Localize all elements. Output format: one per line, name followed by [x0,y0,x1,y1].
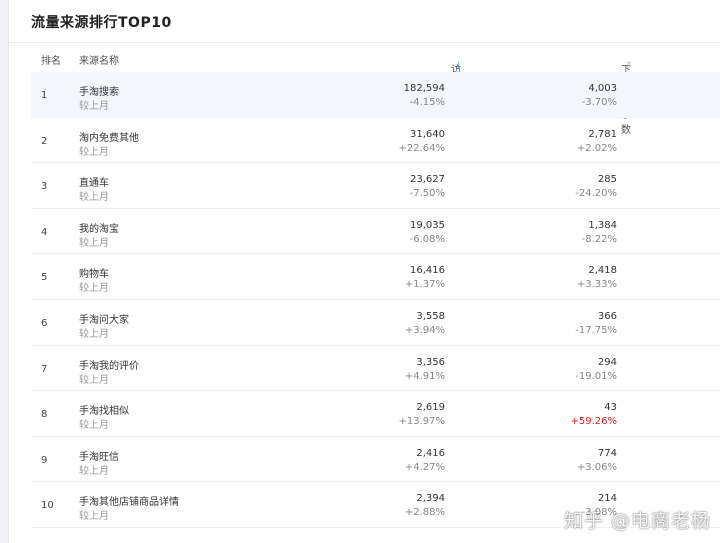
row-visitors: 2,416 [416,447,445,459]
row-source-name: 购物车 [79,269,109,281]
row-visitors-change: -6.08% [409,233,445,245]
row-source-name: 直通车 [79,178,109,190]
watermark: 知乎 @电商老杨 [563,510,711,532]
row-compare-label: 较上月 [79,420,109,432]
table-row[interactable]: 4 我的淘宝 较上月 19,035 -6.08% 1,384 -8.22% [31,209,720,255]
row-rank: 2 [41,135,48,147]
sort-updown-icon[interactable]: ⇕ [625,61,633,71]
row-buyers: 4,003 [588,83,617,94]
row-visitors-change: +4.91% [404,370,445,382]
row-rank: 3 [41,181,48,193]
row-source-name: 手淘旺信 [79,451,119,463]
row-rank: 9 [41,454,48,466]
row-buyers-change: -8.22% [581,233,617,245]
traffic-source-panel: 流量来源排行TOP10 排名 来源名称 访客数↓ 下单买家数⇕ 1 手淘搜索 较… [8,0,720,543]
row-source-name: 手淘问大家 [79,314,129,326]
row-buyers-change: +2.02% [576,142,617,154]
row-source-name: 淘内免费其他 [79,132,139,144]
row-source-name: 手淘搜索 [79,87,119,98]
row-visitors: 182,594 [403,83,445,94]
row-buyers: 214 [597,493,617,505]
row-buyers: 294 [597,356,617,368]
row-buyers: 2,418 [588,265,617,277]
row-rank: 1 [41,90,48,101]
row-visitors-change: +13.97% [398,416,445,428]
row-visitors-change: -7.50% [409,188,445,200]
row-rank: 5 [41,272,48,284]
row-visitors: 16,416 [410,265,445,277]
table-row[interactable]: 1 手淘搜索 较上月 182,594 -4.15% 4,003 -3.70% [31,72,720,118]
panel-title: 流量来源排行TOP10 [31,15,172,31]
row-visitors-change: +2.88% [404,507,445,519]
row-buyers-change: -19.01% [575,370,617,382]
row-rank: 8 [41,409,48,421]
row-visitors: 2,394 [416,493,445,505]
row-visitors: 19,035 [410,219,445,231]
row-buyers-change: +3.33% [576,279,617,291]
row-buyers: 774 [597,447,617,459]
row-rank: 6 [41,317,48,329]
row-visitors-change: +22.64% [398,142,445,154]
table-body: 1 手淘搜索 较上月 182,594 -4.15% 4,003 -3.70% 2… [31,72,720,528]
row-buyers: 2,781 [588,128,617,140]
table-row[interactable]: 3 直通车 较上月 23,627 -7.50% 285 -24.20% [31,163,720,209]
header-name: 来源名称 [79,56,119,67]
row-source-name: 手淘我的评价 [79,360,139,372]
row-buyers: 1,384 [588,219,617,231]
row-rank: 4 [41,226,48,238]
row-compare-label: 较上月 [79,146,109,158]
table-row[interactable]: 9 手淘旺信 较上月 2,416 +4.27% 774 +3.06% [31,437,720,483]
row-visitors-change: +4.27% [404,461,445,473]
row-visitors: 3,558 [416,310,445,322]
row-buyers: 285 [597,174,617,186]
sort-down-icon[interactable]: ↓ [455,61,463,71]
row-visitors-change: +1.37% [404,279,445,291]
row-buyers-change: -3.70% [581,97,617,108]
row-buyers-change: +3.06% [576,461,617,473]
row-buyers: 43 [604,402,617,414]
row-buyers-change: +59.26% [570,416,617,428]
row-buyers-change: -17.75% [575,324,617,336]
row-visitors: 3,356 [416,356,445,368]
row-source-name: 手淘找相似 [79,406,129,418]
row-buyers: 366 [597,310,617,322]
table-row[interactable]: 2 淘内免费其他 较上月 31,640 +22.64% 2,781 +2.02% [31,118,720,164]
table-row[interactable]: 8 手淘找相似 较上月 2,619 +13.97% 43 +59.26% [31,391,720,437]
row-compare-label: 较上月 [79,101,109,112]
table-row[interactable]: 6 手淘问大家 较上月 3,558 +3.94% 366 -17.75% [31,300,720,346]
row-rank: 7 [41,363,48,375]
header-rank: 排名 [41,56,61,67]
row-compare-label: 较上月 [79,465,109,477]
row-source-name: 手淘其他店铺商品详情 [79,497,179,509]
row-visitors: 2,619 [416,402,445,414]
row-visitors: 23,627 [410,174,445,186]
row-source-name: 我的淘宝 [79,223,119,235]
table-header: 排名 来源名称 访客数↓ 下单买家数⇕ [31,43,720,136]
row-compare-label: 较上月 [79,511,109,523]
row-visitors-change: +3.94% [404,324,445,336]
row-compare-label: 较上月 [79,328,109,340]
table-row[interactable]: 5 购物车 较上月 16,416 +1.37% 2,418 +3.33% [31,254,720,300]
row-compare-label: 较上月 [79,283,109,295]
row-rank: 10 [41,500,54,512]
row-visitors-change: -4.15% [409,97,445,108]
table-row[interactable]: 7 手淘我的评价 较上月 3,356 +4.91% 294 -19.01% [31,346,720,392]
row-compare-label: 较上月 [79,374,109,386]
row-compare-label: 较上月 [79,192,109,204]
row-buyers-change: -24.20% [575,188,617,200]
row-visitors: 31,640 [410,128,445,140]
row-compare-label: 较上月 [79,237,109,249]
